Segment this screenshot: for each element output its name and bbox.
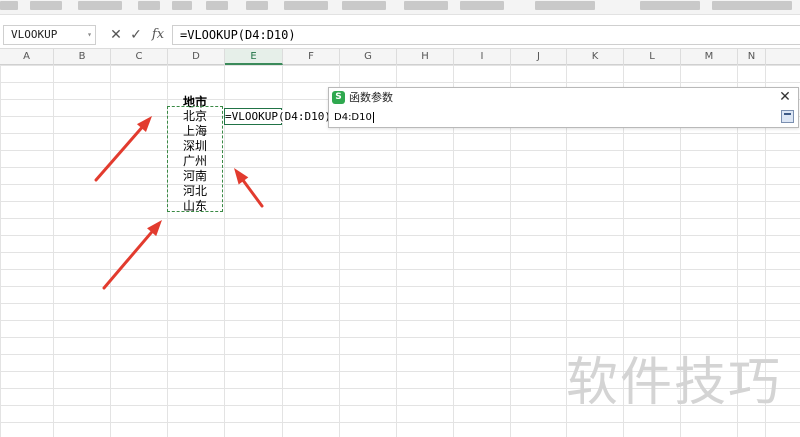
fx-icon[interactable]: fx (148, 25, 168, 45)
name-box[interactable]: VLOOKUP ▾ (3, 25, 96, 45)
column-header-f[interactable]: F (283, 49, 340, 65)
column-header-g[interactable]: G (340, 49, 397, 65)
column-header-d[interactable]: D (168, 49, 225, 65)
column-header-a[interactable]: A (0, 49, 54, 65)
cell-e4-editing[interactable]: =VLOOKUP(D4:D10) (225, 110, 334, 123)
chevron-down-icon[interactable]: ▾ (87, 26, 92, 44)
formula-bar: VLOOKUP ▾ ✕ ✓ fx =VLOOKUP(D4:D10) (0, 22, 800, 48)
dialog-title: 函数参数 (349, 91, 393, 104)
app-icon: S (332, 91, 345, 104)
column-header-j[interactable]: J (511, 49, 567, 65)
check-icon[interactable]: ✓ (128, 25, 144, 45)
argument-input-value: D4:D10 (334, 112, 372, 123)
column-header-l[interactable]: L (624, 49, 681, 65)
cancel-icon[interactable]: ✕ (108, 25, 124, 45)
function-arguments-dialog: S 函数参数 ✕ D4:D10 (328, 87, 799, 128)
argument-input[interactable]: D4:D10 (330, 109, 781, 126)
column-header-i[interactable]: I (454, 49, 511, 65)
gridline (53, 65, 54, 437)
text-caret (372, 111, 374, 123)
column-header-c[interactable]: C (111, 49, 168, 65)
column-header-b[interactable]: B (54, 49, 111, 65)
close-icon[interactable]: ✕ (777, 89, 793, 105)
column-header-row: ABCDEFGHIJKLMN (0, 48, 800, 65)
ribbon-strip (0, 0, 800, 15)
watermark-text: 软件技巧 (566, 353, 783, 413)
name-box-value: VLOOKUP (11, 28, 58, 41)
column-header-n[interactable]: N (738, 49, 766, 65)
column-header-e[interactable]: E (225, 49, 283, 65)
column-header-h[interactable]: H (397, 49, 454, 65)
column-header-m[interactable]: M (681, 49, 738, 65)
column-header-k[interactable]: K (567, 49, 624, 65)
dialog-titlebar[interactable]: S 函数参数 ✕ (329, 88, 798, 108)
collapse-dialog-icon[interactable] (781, 110, 794, 123)
formula-input[interactable]: =VLOOKUP(D4:D10) (172, 25, 800, 45)
gridline (110, 65, 111, 437)
range-selection-marquee (167, 106, 223, 212)
